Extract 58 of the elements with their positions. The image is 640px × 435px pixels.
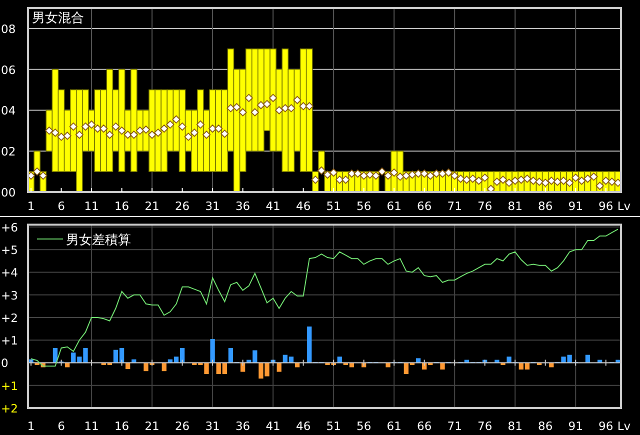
axis-label: 51 [326,419,341,433]
axis-label: 02 [1,144,16,159]
axis-label: 66 [417,199,432,213]
axis-label: 86 [538,419,553,433]
axis-label: 06 [1,62,16,77]
axis-label: 41 [266,419,280,433]
axis-label: 16 [114,199,130,213]
axis-label: 71 [447,419,462,433]
axis-title: Lv [617,419,631,433]
axis-label: +5 [1,243,18,258]
axis-label: 46 [296,199,311,213]
legend-label: 男女差積算 [66,233,131,248]
axis-label: 56 [356,199,372,213]
axis-label: 26 [174,199,190,213]
axis-label: 96 [598,199,614,213]
axis-label: 96 [598,419,614,433]
axis-label: +6 [1,220,18,234]
axis-label: 31 [205,199,220,213]
axis-label: +4 [1,266,18,280]
axis-label: 21 [144,419,160,433]
axis-label: 76 [478,199,492,213]
axis-label: 31 [205,419,220,433]
axis-label: 36 [236,199,250,213]
axis-label: 76 [478,419,492,433]
axis-label: 11 [84,199,99,213]
axis-label: 86 [538,199,553,213]
axis-label: 04 [1,104,16,118]
axis-label: +1 [1,334,18,348]
axis-label: 0 [1,356,8,370]
axis-label: 66 [417,419,432,433]
axis-label: 36 [236,419,250,433]
axis-label: 91 [568,419,583,433]
axis-label: 08 [1,22,16,36]
axis-label: 71 [447,199,462,213]
axis-label: +1 [1,378,18,393]
axis-label: 41 [266,199,280,213]
axis-label: 00 [1,186,16,200]
axis-label: +2 [1,402,18,416]
axis-label: 61 [386,419,402,433]
axis-label: 6 [58,199,65,213]
axis-label: 81 [508,199,522,213]
axis-label: 1 [27,199,35,213]
axis-label: 21 [144,199,160,213]
chart-title: 男女混合 [32,11,84,26]
axis-title: Lv [617,199,631,213]
axis-label: 16 [114,419,130,433]
axis-label: 1 [27,419,35,433]
axis-label: +3 [1,288,18,302]
axis-label: +2 [1,310,18,325]
axis-label: 6 [58,419,65,433]
axis-label: 46 [296,419,311,433]
axis-label: 51 [326,199,341,213]
axis-label: 11 [84,419,99,433]
axis-label: 56 [356,419,372,433]
axis-label: 91 [568,199,583,213]
axis-label: 61 [386,199,402,213]
axis-label: 81 [508,419,522,433]
axis-label: 26 [174,419,190,433]
